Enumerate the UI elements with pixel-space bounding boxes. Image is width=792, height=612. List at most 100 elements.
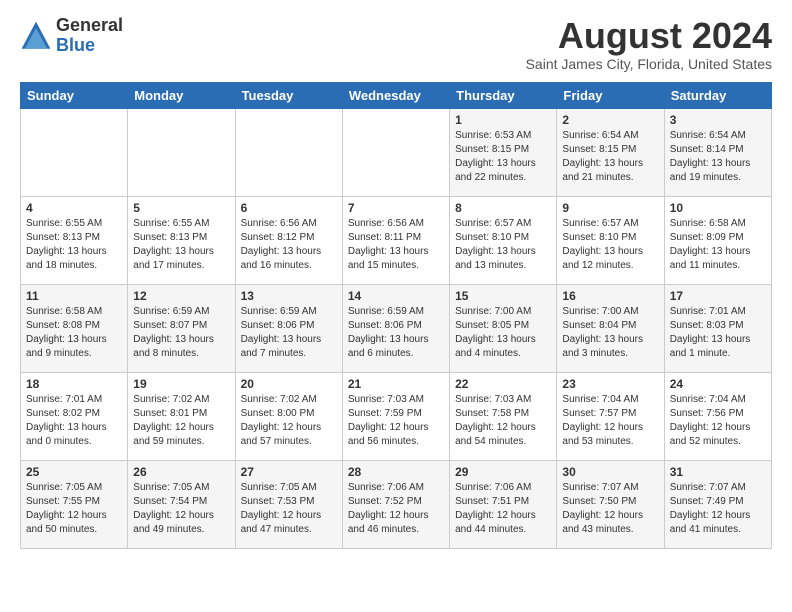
day-info: Sunrise: 6:59 AM Sunset: 8:07 PM Dayligh…	[133, 305, 229, 361]
calendar-cell: 7Sunrise: 6:56 AM Sunset: 8:11 PM Daylig…	[342, 196, 449, 284]
location-title: Saint James City, Florida, United States	[526, 56, 772, 72]
calendar-cell: 6Sunrise: 6:56 AM Sunset: 8:12 PM Daylig…	[235, 196, 342, 284]
header-thursday: Thursday	[450, 82, 557, 108]
calendar-cell: 17 Sunrise: 7:01 AM Sunset: 8:03 PM Dayli…	[664, 284, 771, 372]
day-info: Sunrise: 7:07 AM Sunset: 7:49 PM Dayligh…	[670, 481, 766, 537]
day-number: 18	[26, 377, 122, 391]
header-saturday: Saturday	[664, 82, 771, 108]
day-number: 17	[670, 289, 766, 303]
calendar-week-1: 1 Sunrise: 6:53 AM Sunset: 8:15 PM Daylig…	[21, 108, 772, 196]
calendar-table: SundayMondayTuesdayWednesdayThursdayFrid…	[20, 82, 772, 549]
calendar-cell: 21 Sunrise: 7:03 AM Sunset: 7:59 PM Dayli…	[342, 372, 449, 460]
calendar-cell: 1 Sunrise: 6:53 AM Sunset: 8:15 PM Daylig…	[450, 108, 557, 196]
day-info: Sunrise: 7:00 AM Sunset: 8:04 PM Dayligh…	[562, 305, 658, 361]
day-number: 6	[241, 201, 337, 215]
calendar-cell: 29Sunrise: 7:06 AM Sunset: 7:51 PM Dayli…	[450, 460, 557, 548]
calendar-cell: 11Sunrise: 6:58 AM Sunset: 8:08 PM Dayli…	[21, 284, 128, 372]
calendar-cell: 25Sunrise: 7:05 AM Sunset: 7:55 PM Dayli…	[21, 460, 128, 548]
day-number: 20	[241, 377, 337, 391]
day-info: Sunrise: 6:53 AM Sunset: 8:15 PM Dayligh…	[455, 129, 551, 185]
day-number: 8	[455, 201, 551, 215]
calendar-cell: 16 Sunrise: 7:00 AM Sunset: 8:04 PM Dayli…	[557, 284, 664, 372]
day-info: Sunrise: 7:05 AM Sunset: 7:54 PM Dayligh…	[133, 481, 229, 537]
calendar-cell: 9 Sunrise: 6:57 AM Sunset: 8:10 PM Daylig…	[557, 196, 664, 284]
day-info: Sunrise: 6:55 AM Sunset: 8:13 PM Dayligh…	[133, 217, 229, 273]
day-number: 21	[348, 377, 444, 391]
day-info: Sunrise: 6:54 AM Sunset: 8:15 PM Dayligh…	[562, 129, 658, 185]
calendar-cell: 14 Sunrise: 6:59 AM Sunset: 8:06 PM Dayli…	[342, 284, 449, 372]
day-info: Sunrise: 7:00 AM Sunset: 8:05 PM Dayligh…	[455, 305, 551, 361]
calendar-cell: 31 Sunrise: 7:07 AM Sunset: 7:49 PM Dayli…	[664, 460, 771, 548]
calendar-cell	[21, 108, 128, 196]
day-number: 5	[133, 201, 229, 215]
calendar-cell: 23 Sunrise: 7:04 AM Sunset: 7:57 PM Dayli…	[557, 372, 664, 460]
day-number: 15	[455, 289, 551, 303]
day-number: 26	[133, 465, 229, 479]
header-monday: Monday	[128, 82, 235, 108]
calendar-week-2: 4 Sunrise: 6:55 AM Sunset: 8:13 PM Daylig…	[21, 196, 772, 284]
day-number: 9	[562, 201, 658, 215]
day-info: Sunrise: 6:54 AM Sunset: 8:14 PM Dayligh…	[670, 129, 766, 185]
month-title: August 2024	[526, 16, 772, 56]
day-info: Sunrise: 7:05 AM Sunset: 7:53 PM Dayligh…	[241, 481, 337, 537]
logo: General Blue	[20, 16, 123, 56]
day-info: Sunrise: 7:05 AM Sunset: 7:55 PM Dayligh…	[26, 481, 122, 537]
calendar-cell	[128, 108, 235, 196]
calendar-cell: 22Sunrise: 7:03 AM Sunset: 7:58 PM Dayli…	[450, 372, 557, 460]
header-wednesday: Wednesday	[342, 82, 449, 108]
day-info: Sunrise: 7:01 AM Sunset: 8:02 PM Dayligh…	[26, 393, 122, 449]
day-number: 3	[670, 113, 766, 127]
day-info: Sunrise: 7:04 AM Sunset: 7:57 PM Dayligh…	[562, 393, 658, 449]
calendar-cell: 13 Sunrise: 6:59 AM Sunset: 8:06 PM Dayli…	[235, 284, 342, 372]
calendar-cell: 28 Sunrise: 7:06 AM Sunset: 7:52 PM Dayli…	[342, 460, 449, 548]
day-info: Sunrise: 7:04 AM Sunset: 7:56 PM Dayligh…	[670, 393, 766, 449]
calendar-cell: 2 Sunrise: 6:54 AM Sunset: 8:15 PM Daylig…	[557, 108, 664, 196]
page-header: General Blue August 2024 Saint James Cit…	[20, 16, 772, 72]
title-section: August 2024 Saint James City, Florida, U…	[526, 16, 772, 72]
day-info: Sunrise: 6:57 AM Sunset: 8:10 PM Dayligh…	[455, 217, 551, 273]
calendar-week-3: 11Sunrise: 6:58 AM Sunset: 8:08 PM Dayli…	[21, 284, 772, 372]
day-number: 2	[562, 113, 658, 127]
day-info: Sunrise: 7:02 AM Sunset: 8:01 PM Dayligh…	[133, 393, 229, 449]
day-number: 16	[562, 289, 658, 303]
day-info: Sunrise: 7:01 AM Sunset: 8:03 PM Dayligh…	[670, 305, 766, 361]
day-info: Sunrise: 7:03 AM Sunset: 7:58 PM Dayligh…	[455, 393, 551, 449]
logo-blue-text: Blue	[56, 36, 123, 56]
day-number: 23	[562, 377, 658, 391]
day-number: 12	[133, 289, 229, 303]
calendar-cell: 18 Sunrise: 7:01 AM Sunset: 8:02 PM Dayli…	[21, 372, 128, 460]
calendar-week-4: 18 Sunrise: 7:01 AM Sunset: 8:02 PM Dayli…	[21, 372, 772, 460]
day-number: 19	[133, 377, 229, 391]
day-info: Sunrise: 6:59 AM Sunset: 8:06 PM Dayligh…	[348, 305, 444, 361]
day-number: 13	[241, 289, 337, 303]
calendar-cell: 10 Sunrise: 6:58 AM Sunset: 8:09 PM Dayli…	[664, 196, 771, 284]
calendar-header-row: SundayMondayTuesdayWednesdayThursdayFrid…	[21, 82, 772, 108]
day-info: Sunrise: 6:58 AM Sunset: 8:09 PM Dayligh…	[670, 217, 766, 273]
day-info: Sunrise: 6:59 AM Sunset: 8:06 PM Dayligh…	[241, 305, 337, 361]
logo-general-text: General	[56, 16, 123, 36]
day-number: 4	[26, 201, 122, 215]
day-number: 31	[670, 465, 766, 479]
day-number: 24	[670, 377, 766, 391]
day-info: Sunrise: 6:57 AM Sunset: 8:10 PM Dayligh…	[562, 217, 658, 273]
day-info: Sunrise: 6:58 AM Sunset: 8:08 PM Dayligh…	[26, 305, 122, 361]
calendar-cell: 12 Sunrise: 6:59 AM Sunset: 8:07 PM Dayli…	[128, 284, 235, 372]
day-number: 29	[455, 465, 551, 479]
day-info: Sunrise: 7:02 AM Sunset: 8:00 PM Dayligh…	[241, 393, 337, 449]
day-number: 10	[670, 201, 766, 215]
day-info: Sunrise: 7:06 AM Sunset: 7:52 PM Dayligh…	[348, 481, 444, 537]
calendar-cell: 15 Sunrise: 7:00 AM Sunset: 8:05 PM Dayli…	[450, 284, 557, 372]
header-tuesday: Tuesday	[235, 82, 342, 108]
calendar-cell: 24 Sunrise: 7:04 AM Sunset: 7:56 PM Dayli…	[664, 372, 771, 460]
day-number: 30	[562, 465, 658, 479]
calendar-cell: 5 Sunrise: 6:55 AM Sunset: 8:13 PM Daylig…	[128, 196, 235, 284]
day-number: 1	[455, 113, 551, 127]
calendar-cell: 3 Sunrise: 6:54 AM Sunset: 8:14 PM Daylig…	[664, 108, 771, 196]
calendar-cell: 8 Sunrise: 6:57 AM Sunset: 8:10 PM Daylig…	[450, 196, 557, 284]
day-info: Sunrise: 7:07 AM Sunset: 7:50 PM Dayligh…	[562, 481, 658, 537]
day-info: Sunrise: 7:03 AM Sunset: 7:59 PM Dayligh…	[348, 393, 444, 449]
day-number: 28	[348, 465, 444, 479]
calendar-cell	[235, 108, 342, 196]
day-number: 14	[348, 289, 444, 303]
calendar-cell: 20 Sunrise: 7:02 AM Sunset: 8:00 PM Dayli…	[235, 372, 342, 460]
